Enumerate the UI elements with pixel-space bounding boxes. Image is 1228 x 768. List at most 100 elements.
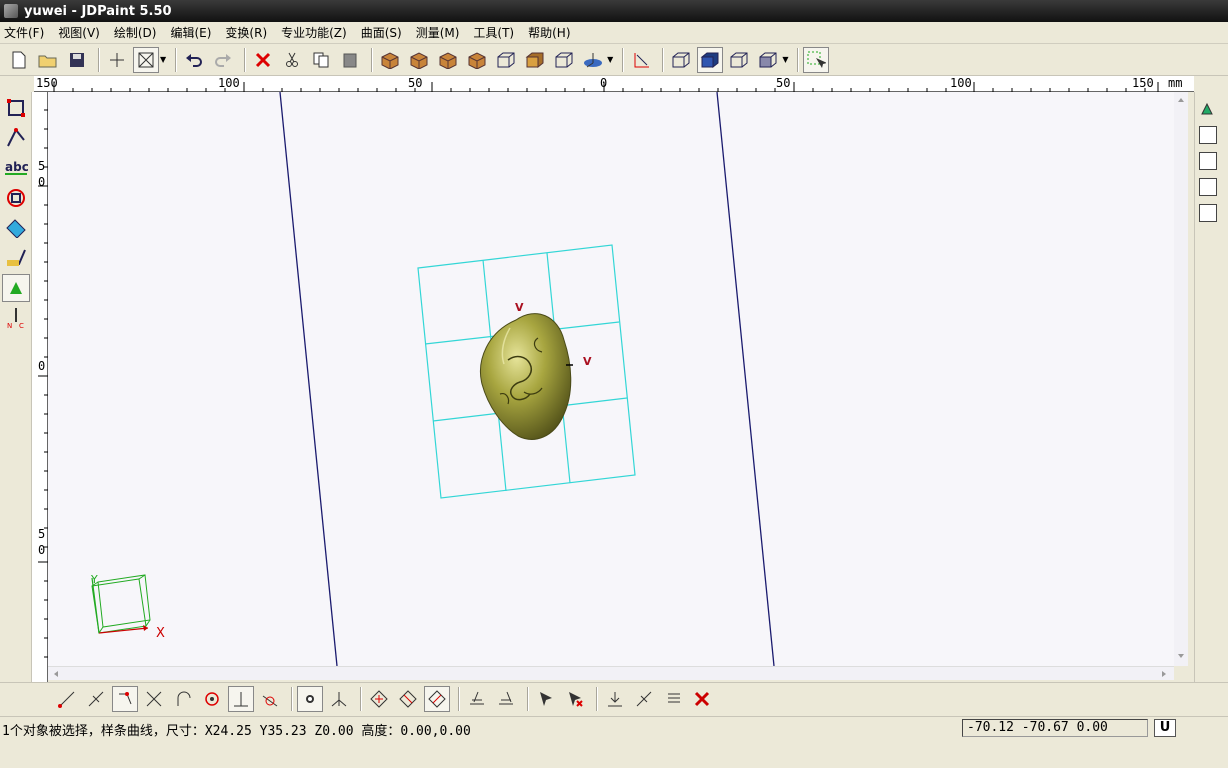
menu-surface[interactable]: 曲面(S)	[361, 24, 402, 41]
snap-tangent-icon[interactable]	[257, 686, 283, 712]
paste-icon[interactable]	[337, 47, 363, 73]
brush-icon[interactable]	[2, 244, 30, 272]
menu-tools[interactable]: 工具(T)	[473, 24, 514, 41]
snap-angle-icon[interactable]	[326, 686, 352, 712]
panel-checkbox[interactable]	[1199, 126, 1217, 144]
snap-midpoint-icon[interactable]	[83, 686, 109, 712]
snap-grid-2-icon[interactable]	[395, 686, 421, 712]
menu-help[interactable]: 帮助(H)	[528, 24, 570, 41]
relief-model[interactable]	[480, 313, 572, 440]
delete-icon[interactable]	[250, 47, 276, 73]
toolbar-separator	[244, 47, 246, 72]
main-toolbar: ▼ ▼ ▼	[0, 44, 1228, 76]
right-panel	[1194, 92, 1228, 682]
snap-endpoint-icon[interactable]	[54, 686, 80, 712]
view-front-icon[interactable]	[406, 47, 432, 73]
undo-icon[interactable]	[181, 47, 207, 73]
select-mode-icon[interactable]	[803, 46, 830, 73]
coordinate-icon[interactable]	[628, 47, 654, 73]
surface-icon[interactable]	[2, 214, 30, 242]
menu-transform[interactable]: 变换(R)	[225, 24, 267, 41]
cursor-coordinates: -70.12 -70.67 0.00	[962, 719, 1148, 737]
render-icon[interactable]	[755, 47, 781, 73]
chevron-down-icon[interactable]: ▼	[782, 55, 788, 64]
vertical-scrollbar[interactable]	[1174, 92, 1188, 666]
move-down-icon[interactable]	[602, 686, 628, 712]
toolbar-separator	[98, 47, 99, 72]
relief-icon[interactable]	[2, 274, 30, 302]
shade-box-2-icon[interactable]	[551, 47, 577, 73]
snap-perpendicular-icon[interactable]	[228, 685, 254, 712]
cut-icon[interactable]	[279, 47, 305, 73]
snap-circle-icon[interactable]	[199, 686, 225, 712]
close-icon[interactable]	[689, 686, 715, 712]
layer-icon[interactable]	[464, 686, 490, 712]
panel-checkbox[interactable]	[1199, 178, 1217, 196]
menu-professional[interactable]: 专业功能(Z)	[281, 24, 347, 41]
polygon-icon[interactable]	[2, 184, 30, 212]
new-file-icon[interactable]	[6, 47, 32, 73]
panel-checkbox[interactable]	[1199, 152, 1217, 170]
snap-intersect-icon[interactable]	[141, 686, 167, 712]
chevron-down-icon[interactable]: ▼	[160, 55, 166, 64]
panel-checkbox[interactable]	[1199, 204, 1217, 222]
ruler-ticks	[53, 82, 1159, 92]
view-iso-icon[interactable]	[464, 47, 490, 73]
left-ruler: 5 0 0 5 0	[32, 92, 48, 682]
toolbar-separator	[622, 47, 624, 72]
status-bar: 1个对象被选择，样条曲线，尺寸：X24.25 Y35.23 Z0.00 高度：0…	[0, 716, 1228, 739]
pick-add-icon[interactable]	[533, 686, 559, 712]
menu-view[interactable]: 视图(V)	[58, 24, 100, 41]
toolbar-separator	[371, 47, 373, 72]
toolbar-separator	[662, 47, 664, 72]
unit-button[interactable]: U	[1154, 719, 1176, 737]
top-ruler: 150 100 50 0 50 100 150 mm	[34, 76, 1194, 92]
snap-corner-icon[interactable]	[112, 685, 138, 712]
view-side-icon[interactable]	[435, 47, 461, 73]
title-bar: yuwei - JDPaint 5.50	[0, 0, 1228, 22]
layer-2-icon[interactable]	[493, 686, 519, 712]
snap-arc-icon[interactable]	[170, 686, 196, 712]
crosshair-icon[interactable]	[104, 47, 130, 73]
app-icon	[4, 4, 18, 18]
ruler-ticks	[38, 109, 48, 658]
trim-icon[interactable]	[631, 686, 657, 712]
wire-box-icon[interactable]	[493, 47, 519, 73]
view-top-icon[interactable]	[377, 47, 403, 73]
select-box-icon[interactable]	[133, 46, 159, 73]
toolbar-separator	[596, 686, 597, 711]
open-folder-icon[interactable]	[35, 47, 61, 73]
chevron-down-icon[interactable]: ▼	[607, 55, 613, 64]
nc-path-icon[interactable]: NC	[2, 304, 30, 332]
horizontal-scrollbar[interactable]	[48, 666, 1174, 680]
status-message: 1个对象被选择，样条曲线，尺寸：X24.25 Y35.23 Z0.00 高度：0…	[2, 724, 471, 739]
hidden-line-icon[interactable]	[726, 47, 752, 73]
toolbar-separator	[527, 686, 528, 711]
snap-grid-icon[interactable]	[366, 686, 392, 712]
shade-box-icon[interactable]	[522, 47, 548, 73]
menu-file[interactable]: 文件(F)	[4, 24, 44, 41]
marker-label-v2: V	[583, 355, 592, 368]
menu-bar: 文件(F) 视图(V) 绘制(D) 编辑(E) 变换(R) 专业功能(Z) 曲面…	[0, 22, 1228, 44]
drawing-viewport[interactable]: V V X Y	[48, 92, 1174, 666]
text-abc-icon[interactable]: abc	[2, 154, 30, 182]
axis-x-label: X	[156, 626, 165, 641]
panel-tab-icon[interactable]	[1199, 100, 1224, 118]
list-icon[interactable]	[660, 686, 686, 712]
solid-icon[interactable]	[697, 46, 724, 73]
menu-measure[interactable]: 测量(M)	[416, 24, 460, 41]
menu-edit[interactable]: 编辑(E)	[170, 24, 211, 41]
wireframe-icon[interactable]	[668, 47, 694, 73]
snap-nearest-icon[interactable]	[297, 685, 323, 712]
axis-view-icon[interactable]	[580, 47, 606, 73]
redo-icon[interactable]	[210, 47, 236, 73]
menu-draw[interactable]: 绘制(D)	[114, 24, 157, 41]
copy-icon[interactable]	[308, 47, 334, 73]
node-edit-icon[interactable]	[2, 94, 30, 122]
save-icon[interactable]	[64, 47, 90, 73]
toolbar-separator	[175, 47, 177, 72]
window-title: yuwei - JDPaint 5.50	[24, 3, 172, 19]
snap-grid-3-icon[interactable]	[424, 685, 450, 712]
line-draw-icon[interactable]	[2, 124, 30, 152]
pick-remove-icon[interactable]	[562, 686, 588, 712]
